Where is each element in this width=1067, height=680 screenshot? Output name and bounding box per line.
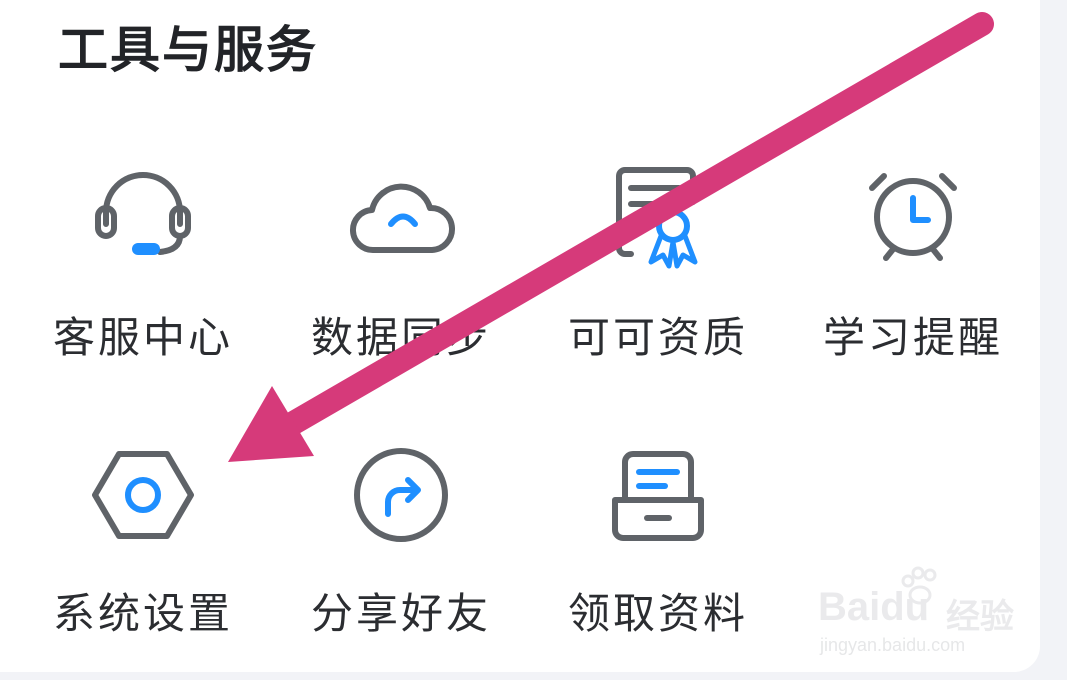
- inbox-tray-icon: [603, 440, 713, 550]
- tile-get-materials[interactable]: 领取资料: [543, 440, 773, 680]
- watermark-brand: 经验: [946, 597, 1014, 637]
- headset-icon: [88, 162, 198, 272]
- cloud-sync-icon: [346, 162, 456, 272]
- alarm-clock-icon: [858, 162, 968, 272]
- tile-system-settings[interactable]: 系统设置: [28, 440, 258, 680]
- baidu-jingyan-watermark: Baidu 经验 jingyan.baidu.com: [818, 565, 1048, 665]
- tile-label: 系统设置: [52, 589, 233, 638]
- tile-label: 客服中心: [52, 313, 233, 362]
- watermark-url: jingyan.baidu.com: [820, 635, 966, 655]
- tile-share-friends[interactable]: 分享好友: [286, 440, 516, 680]
- tile-label: 可可资质: [567, 313, 748, 362]
- tile-qualification[interactable]: 可可资质: [543, 162, 773, 402]
- tile-data-sync[interactable]: 数据同步: [286, 162, 516, 402]
- tile-label: 分享好友: [310, 589, 491, 638]
- tile-label: 领取资料: [567, 589, 748, 638]
- certificate-icon: [603, 162, 713, 272]
- tile-customer-service[interactable]: 客服中心: [28, 162, 258, 402]
- tile-study-reminder[interactable]: 学习提醒: [798, 162, 1028, 402]
- settings-hex-icon: [88, 440, 198, 550]
- share-icon: [346, 440, 456, 550]
- paw-icon: [901, 566, 937, 605]
- tile-label: 学习提醒: [822, 313, 1003, 362]
- section-title: 工具与服务: [58, 21, 318, 79]
- tile-label: 数据同步: [310, 313, 491, 362]
